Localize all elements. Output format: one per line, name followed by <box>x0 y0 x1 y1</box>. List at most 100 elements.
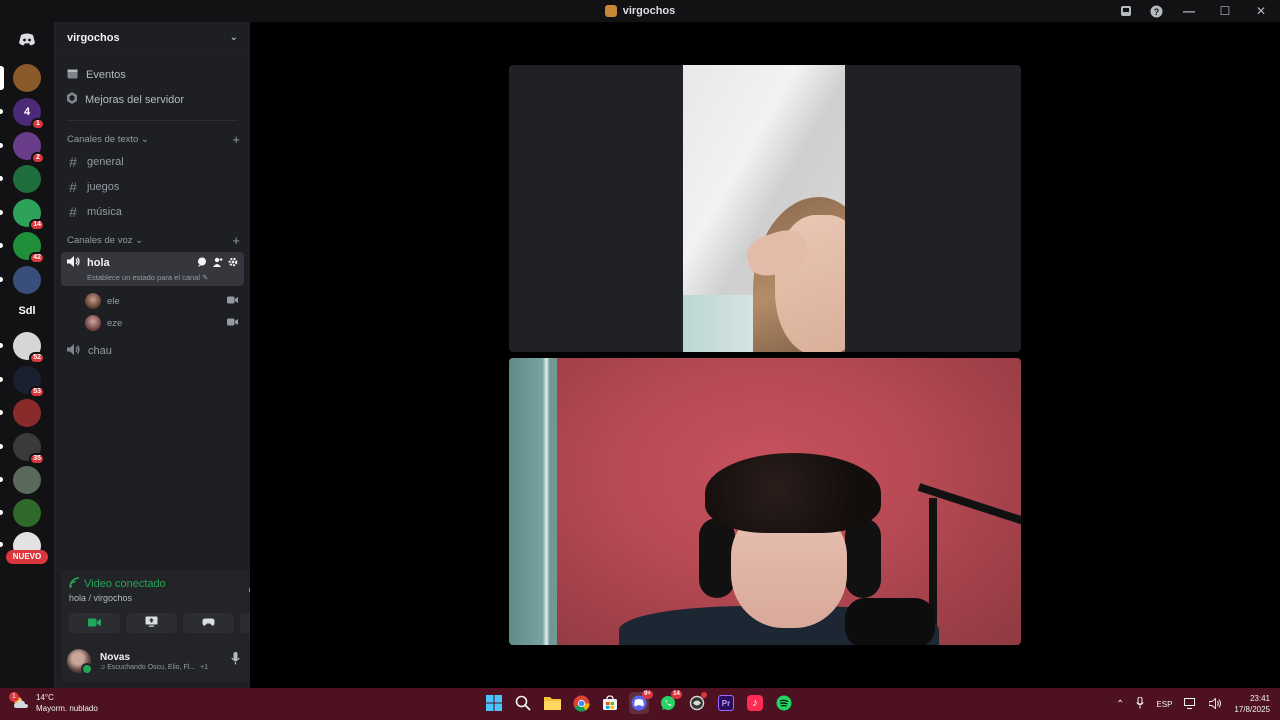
chevron-down-icon: ⌄ <box>135 234 144 246</box>
events-link[interactable]: Eventos <box>55 62 250 87</box>
speaker-icon <box>67 343 80 358</box>
search-icon[interactable] <box>513 692 533 714</box>
voice-user[interactable]: eze <box>55 312 250 334</box>
premiere-pro-icon[interactable]: Pr <box>716 692 736 714</box>
maximize-button[interactable]: ☐ <box>1214 4 1236 18</box>
signal-icon <box>69 577 80 591</box>
title-bar: virgochos ? — ☐ ✕ <box>0 0 1280 22</box>
hash-icon: # <box>69 203 77 220</box>
channel-juegos[interactable]: # juegos <box>55 174 250 199</box>
add-channel-icon[interactable]: + <box>232 132 240 147</box>
user-avatar[interactable] <box>67 649 93 675</box>
camera-button[interactable] <box>69 613 120 633</box>
server-avatar[interactable]: 14 <box>13 199 45 231</box>
gear-icon[interactable] <box>228 257 238 270</box>
voice-user[interactable]: ele <box>55 290 250 312</box>
window-title: virgochos <box>604 5 675 17</box>
channel-musica[interactable]: # música <box>55 199 250 224</box>
server-icon <box>604 5 617 17</box>
screen-share-icon <box>145 614 158 632</box>
voice-location[interactable]: hola / virgochos <box>69 593 132 603</box>
add-channel-icon[interactable]: + <box>232 233 240 248</box>
notification-dot <box>701 692 707 698</box>
server-avatar[interactable] <box>13 466 41 494</box>
app-icon[interactable] <box>687 692 707 714</box>
video-tile[interactable] <box>509 65 1021 352</box>
chevron-up-icon[interactable]: ⌃ <box>1116 699 1124 710</box>
server-avatar[interactable]: 52 <box>13 332 45 364</box>
discord-taskbar-icon[interactable]: 9+ <box>629 690 653 714</box>
speaker-icon <box>67 256 80 270</box>
voice-channel-chau[interactable]: chau <box>55 338 250 363</box>
video-stage <box>250 22 1280 688</box>
microphone-icon[interactable] <box>231 652 240 670</box>
channel-general[interactable]: # general <box>55 149 250 174</box>
tiktok-icon[interactable]: ♪ <box>745 692 765 714</box>
server-avatar[interactable] <box>13 165 41 193</box>
server-avatar[interactable]: 42 <box>13 232 45 264</box>
guild-name: virgochos <box>67 31 120 44</box>
video-camera-icon <box>227 318 238 329</box>
server-list: 41 2 14 42 Sdl 52 53 35 NUEVO <box>0 22 54 688</box>
hash-icon: # <box>69 178 77 195</box>
gamepad-icon <box>202 614 215 632</box>
server-avatar[interactable] <box>13 64 41 92</box>
calendar-icon <box>67 68 78 82</box>
boost-icon <box>67 92 77 107</box>
screen-share-button[interactable] <box>126 613 177 633</box>
server-avatar[interactable]: 35 <box>13 433 45 465</box>
volume-icon[interactable] <box>1208 697 1222 711</box>
spotify-icon[interactable] <box>774 692 794 714</box>
server-avatar[interactable] <box>13 499 41 527</box>
new-badge[interactable]: NUEVO <box>6 550 48 564</box>
invite-icon[interactable] <box>212 257 223 270</box>
language-indicator[interactable]: ESP <box>1156 700 1172 709</box>
file-explorer-icon[interactable] <box>542 692 562 714</box>
guild-header[interactable]: virgochos ⌄ <box>55 22 250 54</box>
voice-channels-category[interactable]: Canales de voz ⌄ + <box>55 230 250 250</box>
avatar <box>85 293 101 309</box>
network-icon[interactable] <box>1184 697 1197 711</box>
server-sdl[interactable]: Sdl <box>13 297 41 325</box>
channel-status[interactable]: Establece un estado para el canal ✎ <box>87 273 238 282</box>
camera-feed <box>683 65 845 352</box>
server-boosts-link[interactable]: Mejoras del servidor <box>55 87 250 112</box>
pencil-icon: ✎ <box>202 273 209 282</box>
windows-start-icon[interactable] <box>484 692 504 714</box>
music-note-icon: ♫ <box>100 663 106 671</box>
cloudy-weather-icon: 1 <box>9 692 30 711</box>
whatsapp-icon[interactable]: 14 <box>658 690 682 714</box>
voice-channel-hola[interactable]: hola Establece un estado para el canal ✎ <box>61 252 244 286</box>
server-avatar[interactable] <box>13 399 41 427</box>
microsoft-store-icon[interactable] <box>600 692 620 714</box>
server-avatar[interactable]: 2 <box>13 132 45 164</box>
video-tile[interactable] <box>509 358 1021 645</box>
chrome-icon[interactable] <box>571 692 591 714</box>
hash-icon: # <box>69 153 77 170</box>
help-icon[interactable]: ? <box>1148 3 1164 19</box>
user-activity: ♫ Escuchando Oscu, Elio, Fl... +1 <box>100 663 209 671</box>
windows-taskbar: 1 14°C Mayorm. nublado 9+ 14 Pr ♪ ⌃ ESP … <box>0 688 1280 720</box>
video-camera-icon <box>227 296 238 307</box>
svg-text:?: ? <box>1153 7 1159 17</box>
activities-button[interactable] <box>183 613 234 633</box>
chat-icon[interactable] <box>197 257 207 270</box>
video-camera-icon <box>88 614 101 632</box>
close-button[interactable]: ✕ <box>1250 4 1272 18</box>
discord-home-button[interactable] <box>13 26 41 54</box>
microphone-tray-icon[interactable] <box>1136 696 1144 711</box>
weather-widget[interactable]: 1 14°C Mayorm. nublado <box>9 692 98 714</box>
username[interactable]: Novas <box>100 652 208 663</box>
inbox-icon[interactable] <box>1118 3 1134 19</box>
server-avatar[interactable] <box>13 266 41 294</box>
server-avatar[interactable]: 53 <box>13 366 45 398</box>
text-channels-category[interactable]: Canales de texto ⌄ + <box>55 129 250 149</box>
voice-status[interactable]: Video conectado <box>69 577 166 591</box>
avatar <box>85 315 101 331</box>
channel-sidebar: virgochos ⌄ Eventos Mejoras del servidor… <box>54 22 298 688</box>
server-avatar[interactable]: 41 <box>13 98 45 130</box>
chevron-down-icon: ⌄ <box>229 32 238 43</box>
clock[interactable]: 23:41 17/8/2025 <box>1234 693 1270 715</box>
chevron-down-icon: ⌄ <box>140 133 149 145</box>
minimize-button[interactable]: — <box>1178 4 1200 18</box>
